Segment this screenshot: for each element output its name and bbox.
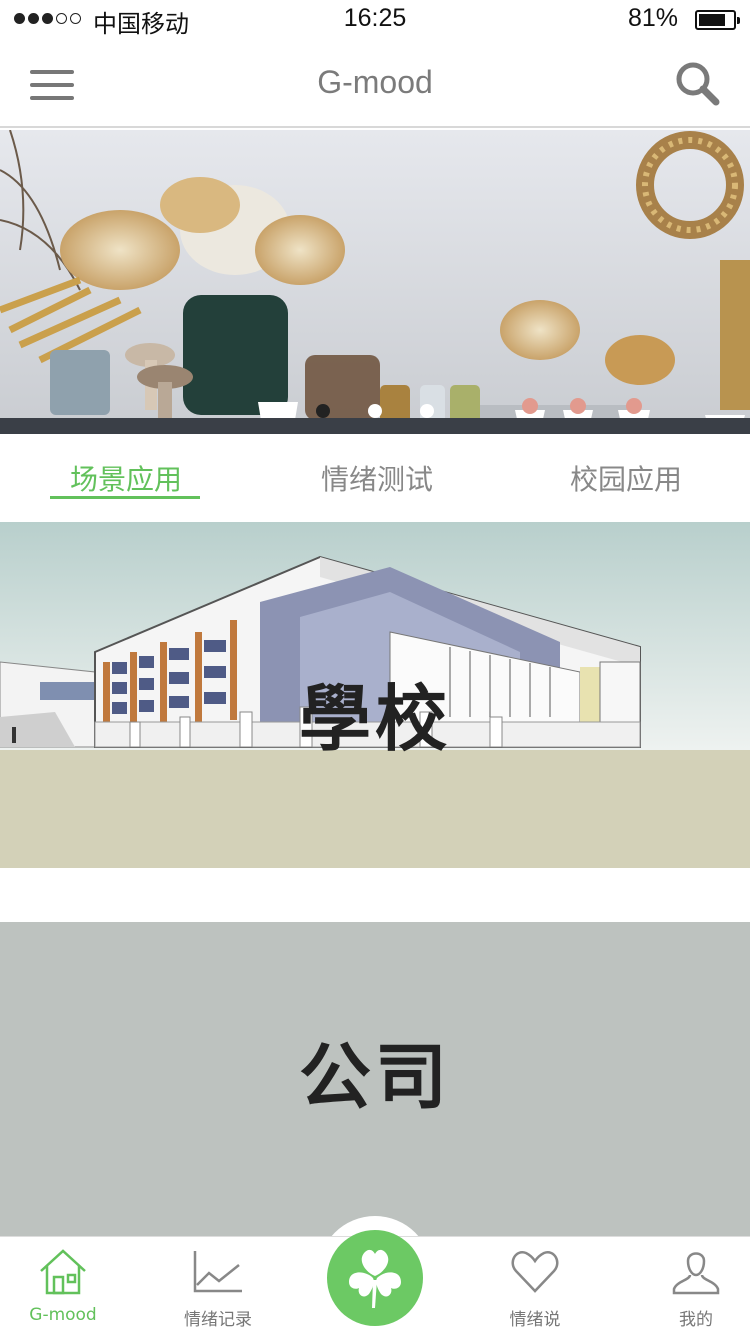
battery-icon (695, 10, 740, 30)
company-card[interactable]: 公司 (0, 922, 750, 1238)
school-card-label: 學校 (298, 677, 451, 761)
tabbar-item-mood-log[interactable]: 情绪记录 (143, 1237, 293, 1334)
tabbar-label-profile: 我的 (679, 1310, 713, 1330)
status-bar: 中国移动 16:25 81% (0, 0, 750, 40)
tab-scenario-apps[interactable]: 场景应用 (70, 458, 182, 498)
page-title: G-mood (317, 64, 433, 100)
carousel-dot[interactable] (420, 404, 434, 418)
tabbar-item-profile[interactable]: 我的 (621, 1237, 750, 1334)
heart-icon (511, 1251, 559, 1293)
tabbar-item-home[interactable]: G-mood (0, 1237, 138, 1334)
tabbar-label-mood-talk: 情绪说 (509, 1310, 561, 1330)
nav-bar: G-mood (0, 40, 750, 128)
line-chart-icon (193, 1251, 242, 1293)
clover-icon (349, 1249, 401, 1308)
center-action-button[interactable] (327, 1230, 423, 1326)
search-icon[interactable] (674, 60, 720, 106)
battery-percent: 81% (627, 4, 678, 32)
tabbar-label-mood-log: 情绪记录 (184, 1310, 252, 1330)
banner-image (0, 130, 750, 434)
tab-mood-test[interactable]: 情绪测试 (321, 458, 433, 498)
company-card-label: 公司 (298, 1035, 451, 1119)
category-tabs: 场景应用 情绪测试 校园应用 (0, 434, 750, 522)
tabbar-label-home: G-mood (29, 1305, 97, 1325)
active-tab-indicator (50, 496, 200, 499)
user-icon (672, 1252, 720, 1295)
carousel-dot[interactable] (368, 404, 382, 418)
carousel-indicator[interactable] (0, 404, 750, 418)
school-card[interactable]: 學校 (0, 522, 750, 868)
carousel-dot[interactable] (316, 404, 330, 418)
banner-carousel[interactable] (0, 130, 750, 434)
tab-campus-apps[interactable]: 校园应用 (570, 458, 682, 498)
house-icon (40, 1249, 86, 1295)
tabbar-item-mood-talk[interactable]: 情绪说 (460, 1237, 610, 1334)
